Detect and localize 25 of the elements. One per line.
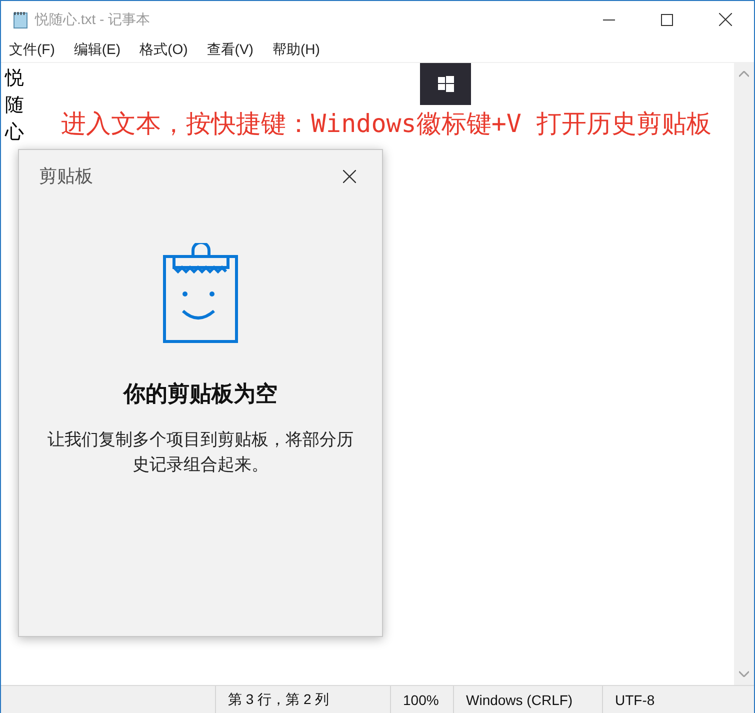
annotation-text: 进入文本，按快捷键：Windows徽标键+V 打开历史剪贴板 — [61, 108, 712, 140]
scrollbar[interactable] — [734, 63, 754, 685]
notepad-icon — [12, 10, 30, 28]
text-line: 心 — [5, 121, 24, 145]
text-line: 随 — [5, 94, 24, 118]
menu-item[interactable]: 查看(V) — [200, 41, 260, 59]
status-cell: 100% — [390, 686, 453, 713]
menu-item[interactable]: 编辑(E) — [66, 41, 128, 59]
menu-item[interactable]: 文件(F) — [2, 41, 62, 59]
panel-title: 剪贴板 — [39, 165, 93, 188]
text-line: 悦 — [5, 67, 24, 91]
window-title: 悦随心.txt - 记事本 — [35, 10, 152, 28]
chevron-down-icon — [739, 671, 749, 677]
chevron-up-icon — [739, 71, 749, 77]
maximize-icon — [661, 14, 673, 26]
status-cell: 第 3 行，第 2 列 — [215, 686, 390, 713]
close-icon — [343, 170, 356, 182]
menu-item[interactable]: 格式(O) — [132, 41, 195, 59]
close-icon — [718, 13, 732, 26]
empty-message: 让我们复制多个项目到剪贴板，将部分历史记录组合起来。 — [46, 429, 354, 476]
status-cell: UTF-8 — [602, 686, 737, 713]
menu-item[interactable]: 帮助(H) — [265, 41, 327, 59]
clipboard-icon — [162, 243, 238, 343]
empty-heading: 你的剪贴板为空 — [124, 380, 278, 408]
status-cell: Windows (CRLF) — [453, 686, 602, 713]
